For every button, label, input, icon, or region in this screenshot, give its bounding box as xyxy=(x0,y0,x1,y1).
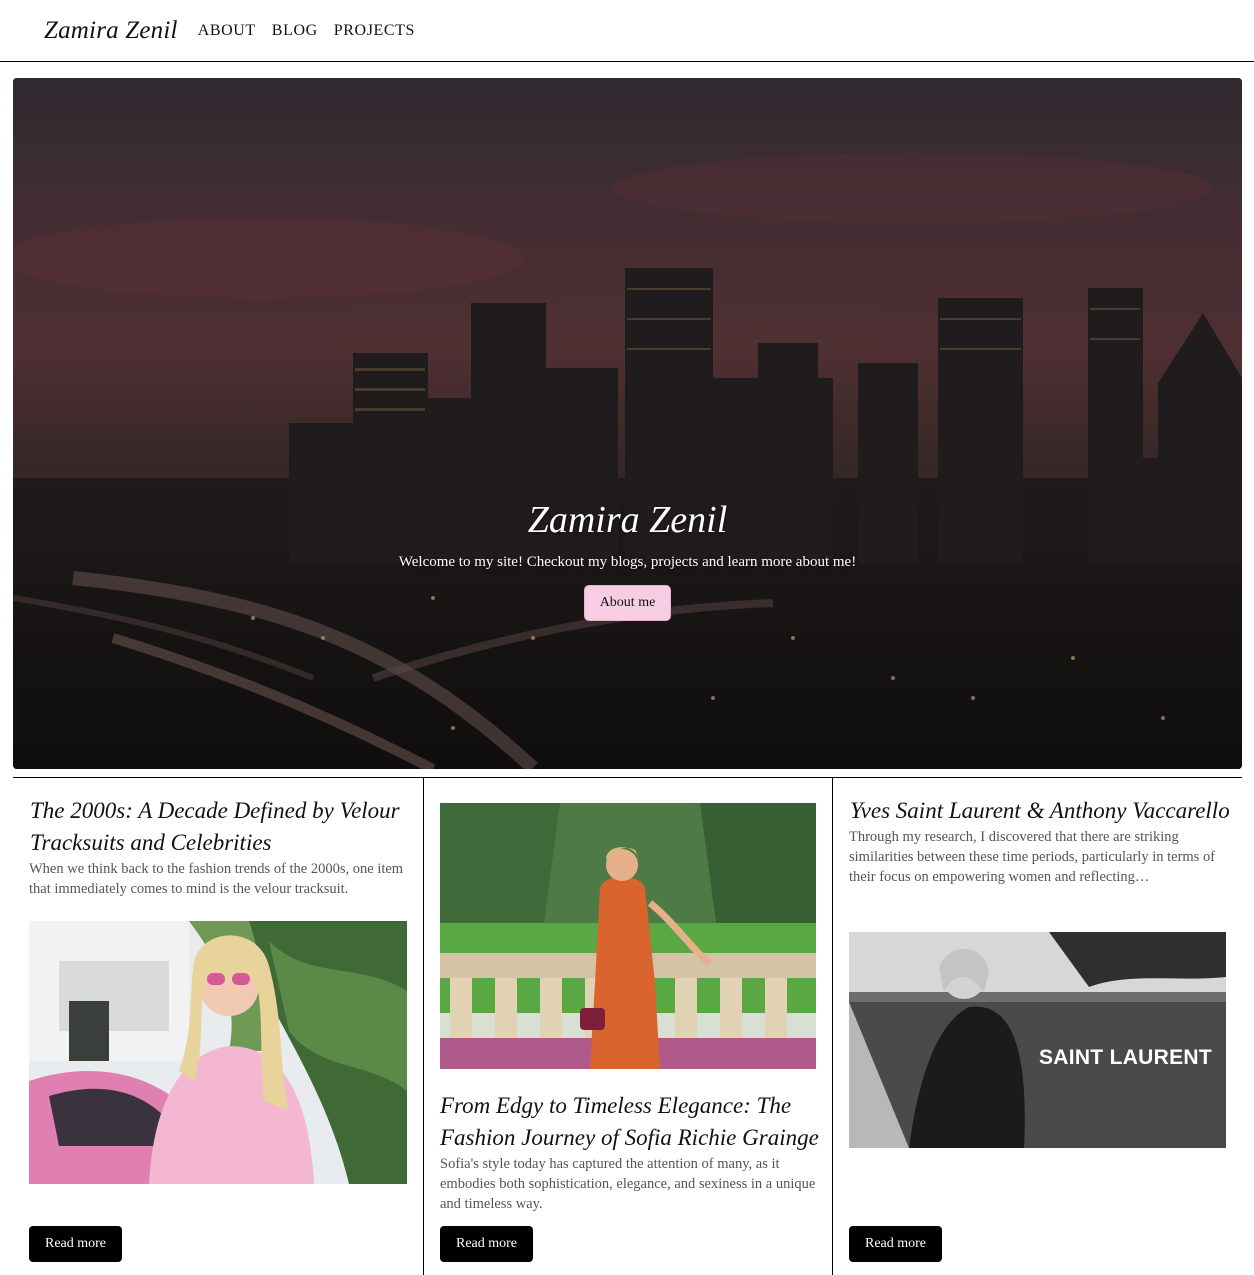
card-title[interactable]: The 2000s: A Decade Defined by Velour Tr… xyxy=(30,795,410,859)
brand-link[interactable]: Zamira Zenil xyxy=(44,17,178,45)
velour-tracksuit-photo xyxy=(29,921,407,1184)
blog-card-2000s: The 2000s: A Decade Defined by Velour Tr… xyxy=(13,778,423,1275)
read-more-button[interactable]: Read more xyxy=(29,1226,122,1262)
hero-overlay xyxy=(13,78,1242,769)
read-more-button[interactable]: Read more xyxy=(440,1226,533,1262)
card-excerpt: Sofia's style today has captured the att… xyxy=(440,1156,816,1212)
card-title[interactable]: From Edgy to Timeless Elegance: The Fash… xyxy=(440,1090,820,1154)
card-excerpt: Through my research, I discovered that t… xyxy=(849,829,1216,885)
hero-title: Zamira Zenil xyxy=(527,499,728,541)
read-more-button[interactable]: Read more xyxy=(849,1226,942,1262)
blog-cards: The 2000s: A Decade Defined by Velour Tr… xyxy=(13,777,1242,1275)
card-title[interactable]: Yves Saint Laurent & Anthony Vaccarello xyxy=(850,795,1235,827)
nav-link-about[interactable]: ABOUT xyxy=(198,22,256,40)
nav-link-blog[interactable]: BLOG xyxy=(272,22,318,40)
hero-subtitle: Welcome to my site! Checkout my blogs, p… xyxy=(398,554,857,570)
saint-laurent-photo: SAINT LAURENT xyxy=(849,932,1226,1148)
card-excerpt: When we think back to the fashion trends… xyxy=(29,861,404,897)
hero-content: Zamira Zenil Welcome to my site! Checkou… xyxy=(13,498,1242,621)
saint-laurent-logo: SAINT LAURENT xyxy=(1038,1046,1212,1069)
about-me-button[interactable]: About me xyxy=(583,585,672,621)
sofia-richie-photo xyxy=(440,803,816,1069)
top-navbar: Zamira Zenil ABOUT BLOG PROJECTS xyxy=(0,0,1254,62)
nav-link-projects[interactable]: PROJECTS xyxy=(334,22,415,40)
blog-card-ysl: Yves Saint Laurent & Anthony Vaccarello … xyxy=(833,778,1242,1275)
hero-banner: Zamira Zenil Welcome to my site! Checkou… xyxy=(13,78,1242,769)
blog-card-sofia-richie: From Edgy to Timeless Elegance: The Fash… xyxy=(424,778,832,1275)
